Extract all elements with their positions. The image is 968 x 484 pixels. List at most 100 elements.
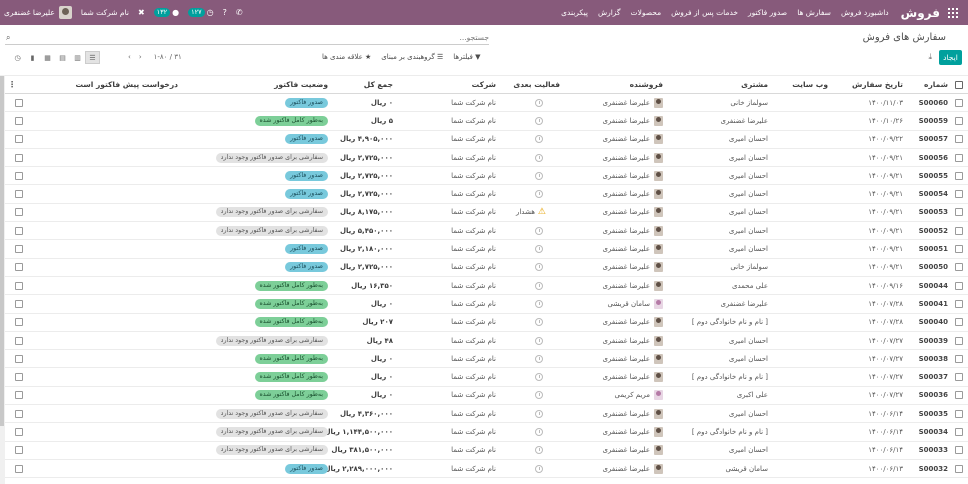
clock-menu[interactable]: ۱۲۷ ◷	[188, 8, 214, 17]
activity-clock-icon[interactable]	[535, 299, 543, 308]
activity-clock-icon[interactable]	[535, 171, 543, 180]
scrollbar-thumb[interactable]	[0, 76, 4, 426]
row-checkbox[interactable]	[954, 460, 964, 477]
salesperson-avatar[interactable]	[654, 115, 663, 126]
activity-clock-icon[interactable]	[535, 354, 543, 363]
row-checkbox[interactable]	[954, 259, 964, 276]
row-checkbox[interactable]	[954, 368, 964, 385]
salesperson-avatar[interactable]	[654, 298, 663, 309]
row-checkbox[interactable]	[954, 350, 964, 367]
row-checkbox[interactable]	[954, 149, 964, 166]
table-row[interactable]: S00041 ۱۴۰۰/۰۷/۲۸ علیرضا غضنفری سامان قریشی…	[5, 295, 968, 314]
salesperson-avatar[interactable]	[654, 280, 663, 291]
salesperson-avatar[interactable]	[654, 97, 663, 108]
filters-button[interactable]: ▼ فیلترها	[453, 53, 480, 61]
row-checkbox[interactable]	[954, 405, 964, 422]
activity-clock-icon[interactable]	[535, 391, 543, 400]
activity-clock-icon[interactable]	[535, 98, 543, 107]
col-company[interactable]: شرکت	[416, 76, 496, 93]
table-row[interactable]: S00050 ۱۴۰۰/۰۹/۲۱ سولماز خانی علیرضا غضنفری…	[5, 259, 968, 277]
activity-clock-icon[interactable]	[535, 281, 543, 290]
optional-columns-icon[interactable]: ⋮	[8, 80, 16, 89]
table-row[interactable]: S00056 ۱۴۰۰/۰۹/۲۱ احسان امیری علیرضا غضنفری…	[5, 149, 968, 168]
groupby-button[interactable]: ☰ گروهبندی بر مبنای	[381, 53, 443, 61]
row-checkbox[interactable]	[954, 131, 964, 148]
list-view-icon[interactable]: ☰	[85, 51, 100, 64]
col-pre-invoice[interactable]: درخواست پیش فاکتور است	[8, 76, 178, 93]
kanban-view-icon[interactable]: ▥	[70, 51, 85, 64]
activity-clock-icon[interactable]	[535, 318, 543, 327]
salesperson-avatar[interactable]	[654, 390, 663, 401]
salesperson-avatar[interactable]	[654, 335, 663, 346]
row-checkbox[interactable]	[954, 204, 964, 221]
search-icon[interactable]: ⌕	[6, 33, 10, 43]
activity-view-icon[interactable]: ◷	[10, 51, 25, 64]
row-checkbox[interactable]	[954, 185, 964, 202]
pivot-view-icon[interactable]: ▦	[40, 51, 55, 64]
table-row[interactable]: S00038 ۱۴۰۰/۰۷/۲۷ احسان امیری علیرضا غضنفری…	[5, 350, 968, 369]
menu-after-sales[interactable]: خدمات پس از فروش	[671, 8, 738, 17]
salesperson-avatar[interactable]	[654, 134, 663, 145]
col-total[interactable]: جمع کل	[333, 76, 393, 93]
col-next-activity[interactable]: فعالیت بعدی	[508, 76, 560, 93]
table-row[interactable]: S00053 ۱۴۰۰/۰۹/۲۱ احسان امیری علیرضا غضنفری…	[5, 204, 968, 223]
activity-clock-icon[interactable]	[535, 373, 543, 382]
salesperson-avatar[interactable]	[654, 353, 663, 364]
col-customer[interactable]: مشتری	[673, 76, 768, 93]
menu-dashboard[interactable]: داشبورد فروش	[841, 8, 889, 17]
row-checkbox[interactable]	[954, 295, 964, 312]
menu-orders[interactable]: سفارش ها	[797, 8, 831, 17]
phone-icon[interactable]: ✆	[236, 8, 243, 17]
row-checkbox[interactable]	[954, 442, 964, 459]
row-checkbox[interactable]	[954, 167, 964, 184]
table-row[interactable]: S00060 ۱۴۰۰/۱۱/۰۳ سولماز خانی علیرضا غضنفری…	[5, 94, 968, 113]
table-row[interactable]: S00037 ۱۴۰۰/۰۷/۲۷ [ نام و نام خانوادگی دوم…	[5, 368, 968, 387]
table-row[interactable]: S00039 ۱۴۰۰/۰۷/۲۷ احسان امیری علیرضا غضنفری…	[5, 332, 968, 351]
table-row[interactable]: S00059 ۱۴۰۰/۱۰/۲۶ علیرضا غضنفری علیرضا غضنف…	[5, 112, 968, 131]
table-row[interactable]: S00051 ۱۴۰۰/۰۹/۲۱ احسان امیری علیرضا غضنفری…	[5, 240, 968, 259]
activity-clock-icon[interactable]	[535, 427, 543, 436]
company-switcher[interactable]: نام شرکت شما	[81, 8, 129, 17]
pager-value[interactable]: ۱-۸۰ / ۳۱	[154, 53, 182, 61]
calendar-view-icon[interactable]: ▤	[55, 51, 70, 64]
row-checkbox[interactable]	[954, 222, 964, 239]
salesperson-avatar[interactable]	[654, 445, 663, 456]
activity-clock-icon[interactable]	[535, 153, 543, 162]
col-invoice-status[interactable]: وضعیت فاکتور	[183, 76, 328, 93]
create-button[interactable]: ایجاد	[939, 50, 962, 65]
salesperson-avatar[interactable]	[654, 463, 663, 474]
pager-next-icon[interactable]: ›	[139, 53, 142, 61]
activity-clock-icon[interactable]	[535, 135, 543, 144]
salesperson-avatar[interactable]	[654, 225, 663, 236]
row-checkbox[interactable]	[954, 332, 964, 349]
salesperson-avatar[interactable]	[654, 152, 663, 163]
app-brand[interactable]: فروش	[901, 6, 940, 20]
table-row[interactable]: S00057 ۱۴۰۰/۰۹/۲۲ احسان امیری علیرضا غضنفری…	[5, 131, 968, 149]
help-icon[interactable]: ?	[223, 8, 227, 17]
menu-invoicing[interactable]: صدور فاکتور	[748, 8, 787, 17]
row-checkbox[interactable]	[954, 94, 964, 111]
row-checkbox[interactable]	[954, 423, 964, 440]
activity-clock-icon[interactable]	[535, 245, 543, 254]
row-checkbox[interactable]	[954, 240, 964, 257]
table-row[interactable]: S00034 ۱۴۰۰/۰۶/۱۴ [ نام و نام خانوادگی دوم…	[5, 423, 968, 442]
table-row[interactable]: S00033 ۱۴۰۰/۰۶/۱۴ احسان امیری علیرضا غضنفری…	[5, 442, 968, 460]
table-row[interactable]: S00032 ۱۴۰۰/۰۶/۱۳ سامان قریشی علیرضا غضنفری…	[5, 460, 968, 479]
table-row[interactable]: S00054 ۱۴۰۰/۰۹/۲۱ احسان امیری علیرضا غضنفری…	[5, 185, 968, 204]
row-checkbox[interactable]	[954, 387, 964, 404]
activity-clock-icon[interactable]	[535, 336, 543, 345]
menu-reporting[interactable]: گزارش	[598, 8, 621, 17]
favorites-button[interactable]: ★ علاقه مندی ها	[322, 53, 371, 61]
salesperson-avatar[interactable]	[654, 244, 663, 255]
download-icon[interactable]: ⤓	[928, 52, 932, 62]
menu-configuration[interactable]: پیکربندی	[561, 8, 588, 17]
col-date[interactable]: تاریخ سفارش	[843, 76, 903, 93]
activity-menu[interactable]: ۱۳۲ ●	[153, 8, 179, 17]
table-row[interactable]: S00052 ۱۴۰۰/۰۹/۲۱ احسان امیری علیرضا غضنفری…	[5, 222, 968, 241]
salesperson-avatar[interactable]	[654, 207, 663, 218]
search-input[interactable]	[19, 31, 489, 44]
col-salesperson[interactable]: فروشنده	[573, 76, 663, 93]
debug-icon[interactable]: ✖	[138, 8, 145, 17]
warning-icon[interactable]: ⚠	[538, 207, 546, 217]
salesperson-avatar[interactable]	[654, 372, 663, 383]
